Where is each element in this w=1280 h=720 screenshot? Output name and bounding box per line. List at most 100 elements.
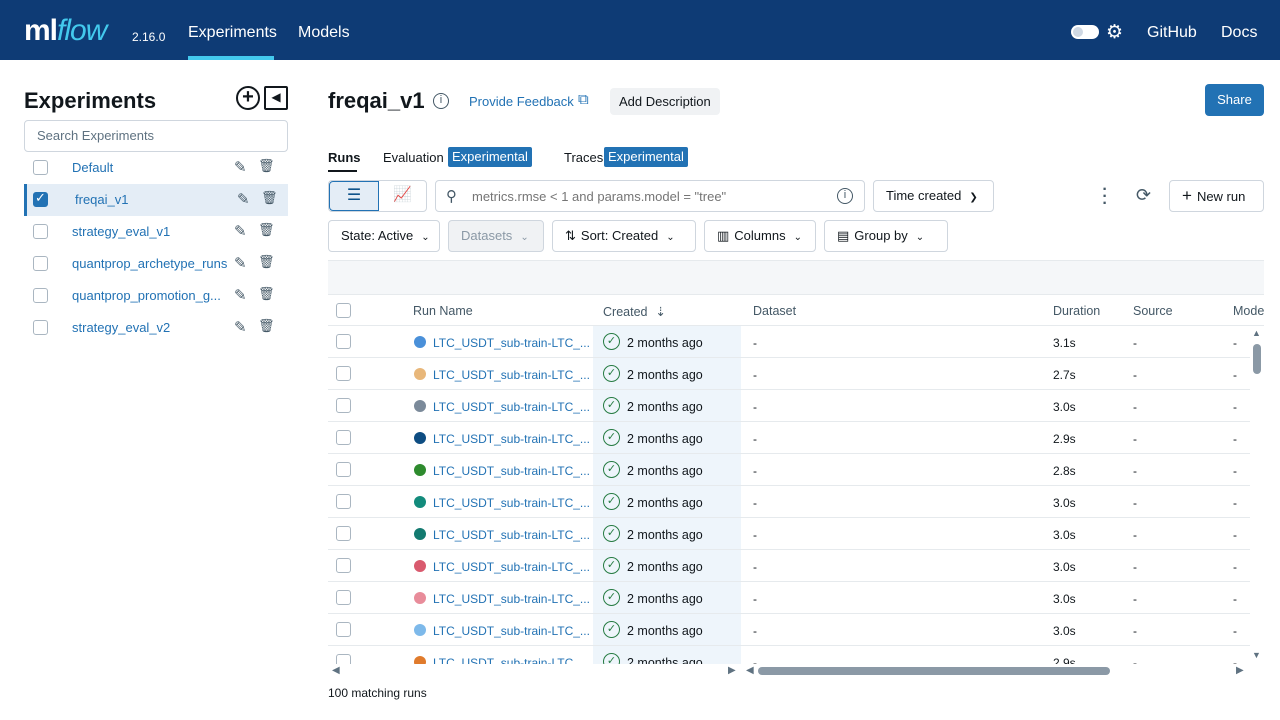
theme-toggle[interactable]: [1071, 25, 1099, 39]
experiment-name[interactable]: Default: [72, 160, 113, 175]
run-name-link[interactable]: LTC_USDT_sub-train-LTC_...: [433, 464, 590, 478]
run-search-input[interactable]: [472, 181, 832, 211]
experiment-checkbox[interactable]: [33, 160, 48, 175]
trash-icon[interactable]: 🗑: [258, 158, 275, 174]
experiment-checkbox[interactable]: [33, 224, 48, 239]
experiment-checkbox[interactable]: [33, 256, 48, 271]
experiment-name[interactable]: quantprop_promotion_g...: [72, 288, 221, 303]
collapse-sidebar-icon[interactable]: ◀: [264, 86, 288, 110]
state-filter-dropdown[interactable]: State: Active ⌄: [328, 220, 440, 252]
run-color-dot[interactable]: [414, 560, 426, 572]
pencil-icon[interactable]: ✎: [234, 286, 247, 304]
run-color-dot[interactable]: [414, 336, 426, 348]
experiment-checkbox[interactable]: [33, 288, 48, 303]
run-name-link[interactable]: LTC_USDT_sub-train-LTC_...: [433, 496, 590, 510]
tab-runs[interactable]: Runs: [328, 150, 361, 165]
row-checkbox[interactable]: [336, 558, 351, 573]
nav-models[interactable]: Models: [298, 24, 350, 42]
run-name-link[interactable]: LTC_USDT_sub-train-LTC_...: [433, 560, 590, 574]
column-dataset[interactable]: Dataset: [753, 304, 796, 318]
run-name-link[interactable]: LTC_USDT_sub-train-LTC_...: [433, 592, 590, 606]
time-created-dropdown[interactable]: Time created ❯: [873, 180, 994, 212]
run-name-link[interactable]: LTC_USDT_sub-train-LTC_...: [433, 624, 590, 638]
info-icon[interactable]: i: [433, 93, 449, 109]
search-experiments-input[interactable]: Search Experiments: [24, 120, 288, 152]
refresh-icon[interactable]: ⟳: [1136, 185, 1151, 206]
run-name-link[interactable]: LTC_USDT_sub-train-LTC_...: [433, 368, 590, 382]
table-row[interactable]: LTC_USDT_sub-train-LTC_... ✓ 2 months ago -…: [328, 614, 1250, 646]
run-name-link[interactable]: LTC_USDT_sub-train-LTC_...: [433, 336, 590, 350]
sidebar-experiment-item[interactable]: strategy_eval_v1 ✎ 🗑: [24, 216, 288, 248]
trash-icon[interactable]: 🗑: [258, 254, 275, 270]
horizontal-scrollbar-left[interactable]: ◀ ▶: [328, 664, 740, 678]
row-checkbox[interactable]: [336, 366, 351, 381]
horizontal-scrollbar-right[interactable]: ◀ ▶: [742, 664, 1250, 678]
nav-github[interactable]: GitHub: [1147, 24, 1197, 42]
tab-traces[interactable]: Traces: [564, 150, 603, 165]
trash-icon[interactable]: 🗑: [258, 286, 275, 302]
table-row[interactable]: LTC_USDT_sub-train-LTC_... ✓ 2 months ago -…: [328, 486, 1250, 518]
run-name-link[interactable]: LTC_USDT_sub-train-LTC_...: [433, 400, 590, 414]
run-name-link[interactable]: LTC_USDT_sub-train-LTC_...: [433, 432, 590, 446]
run-color-dot[interactable]: [414, 400, 426, 412]
vertical-scrollbar[interactable]: ▲ ▼: [1250, 326, 1264, 664]
nav-experiments[interactable]: Experiments: [188, 24, 277, 42]
external-link-icon[interactable]: ⧉: [578, 91, 589, 108]
sort-dropdown[interactable]: ⇅ Sort: Created ⌄: [552, 220, 696, 252]
nav-docs[interactable]: Docs: [1221, 24, 1257, 42]
table-row[interactable]: LTC_USDT_sub-train-LTC_... ✓ 2 months ago -…: [328, 646, 1250, 664]
trash-icon[interactable]: 🗑: [258, 222, 275, 238]
info-icon[interactable]: i: [837, 188, 853, 204]
chart-view-icon[interactable]: 📈: [379, 181, 426, 211]
row-checkbox[interactable]: [336, 398, 351, 413]
select-all-checkbox[interactable]: [336, 303, 351, 318]
experiment-name[interactable]: quantprop_archetype_runs: [72, 256, 227, 271]
table-row[interactable]: LTC_USDT_sub-train-LTC_... ✓ 2 months ago -…: [328, 454, 1250, 486]
table-row[interactable]: LTC_USDT_sub-train-LTC_... ✓ 2 months ago -…: [328, 518, 1250, 550]
experiment-checkbox[interactable]: [33, 190, 48, 207]
row-checkbox[interactable]: [336, 622, 351, 637]
column-duration[interactable]: Duration: [1053, 304, 1100, 318]
run-color-dot[interactable]: [414, 624, 426, 636]
gear-icon[interactable]: ⚙: [1106, 21, 1123, 44]
columns-dropdown[interactable]: ▥ Columns ⌄: [704, 220, 816, 252]
column-run-name[interactable]: Run Name: [413, 304, 473, 318]
table-row[interactable]: LTC_USDT_sub-train-LTC_... ✓ 2 months ago -…: [328, 326, 1250, 358]
run-color-dot[interactable]: [414, 496, 426, 508]
table-row[interactable]: LTC_USDT_sub-train-LTC_... ✓ 2 months ago -…: [328, 550, 1250, 582]
experiment-name[interactable]: strategy_eval_v2: [72, 320, 170, 335]
pencil-icon[interactable]: ✎: [234, 222, 247, 240]
mlflow-logo[interactable]: mlflow: [24, 14, 107, 48]
sidebar-experiment-item[interactable]: quantprop_archetype_runs ✎ 🗑: [24, 248, 288, 280]
tab-evaluation[interactable]: Evaluation: [383, 150, 444, 165]
column-model[interactable]: Mode: [1233, 304, 1264, 318]
row-checkbox[interactable]: [336, 462, 351, 477]
run-name-link[interactable]: LTC_USDT_sub-train-LTC_...: [433, 528, 590, 542]
run-color-dot[interactable]: [414, 656, 426, 664]
run-color-dot[interactable]: [414, 432, 426, 444]
pencil-icon[interactable]: ✎: [237, 190, 250, 208]
trash-icon[interactable]: 🗑: [258, 318, 275, 334]
experiment-checkbox[interactable]: [33, 320, 48, 335]
sidebar-experiment-item[interactable]: Default ✎ 🗑: [24, 152, 288, 184]
column-source[interactable]: Source: [1133, 304, 1173, 318]
row-checkbox[interactable]: [336, 494, 351, 509]
list-view-icon[interactable]: ☰: [329, 181, 379, 211]
pencil-icon[interactable]: ✎: [234, 158, 247, 176]
table-row[interactable]: LTC_USDT_sub-train-LTC_... ✓ 2 months ago -…: [328, 358, 1250, 390]
run-color-dot[interactable]: [414, 592, 426, 604]
trash-icon[interactable]: 🗑: [261, 190, 278, 206]
run-name-link[interactable]: LTC_USDT_sub-train-LTC_...: [433, 656, 590, 664]
run-color-dot[interactable]: [414, 528, 426, 540]
experiment-name[interactable]: freqai_v1: [75, 192, 128, 207]
experiment-name[interactable]: strategy_eval_v1: [72, 224, 170, 239]
pencil-icon[interactable]: ✎: [234, 318, 247, 336]
row-checkbox[interactable]: [336, 334, 351, 349]
provide-feedback-link[interactable]: Provide Feedback: [469, 94, 574, 109]
datasets-dropdown[interactable]: Datasets ⌄: [448, 220, 544, 252]
run-color-dot[interactable]: [414, 464, 426, 476]
add-experiment-icon[interactable]: +: [236, 86, 260, 110]
new-run-button[interactable]: + New run: [1169, 180, 1264, 212]
table-row[interactable]: LTC_USDT_sub-train-LTC_... ✓ 2 months ago -…: [328, 422, 1250, 454]
row-checkbox[interactable]: [336, 430, 351, 445]
